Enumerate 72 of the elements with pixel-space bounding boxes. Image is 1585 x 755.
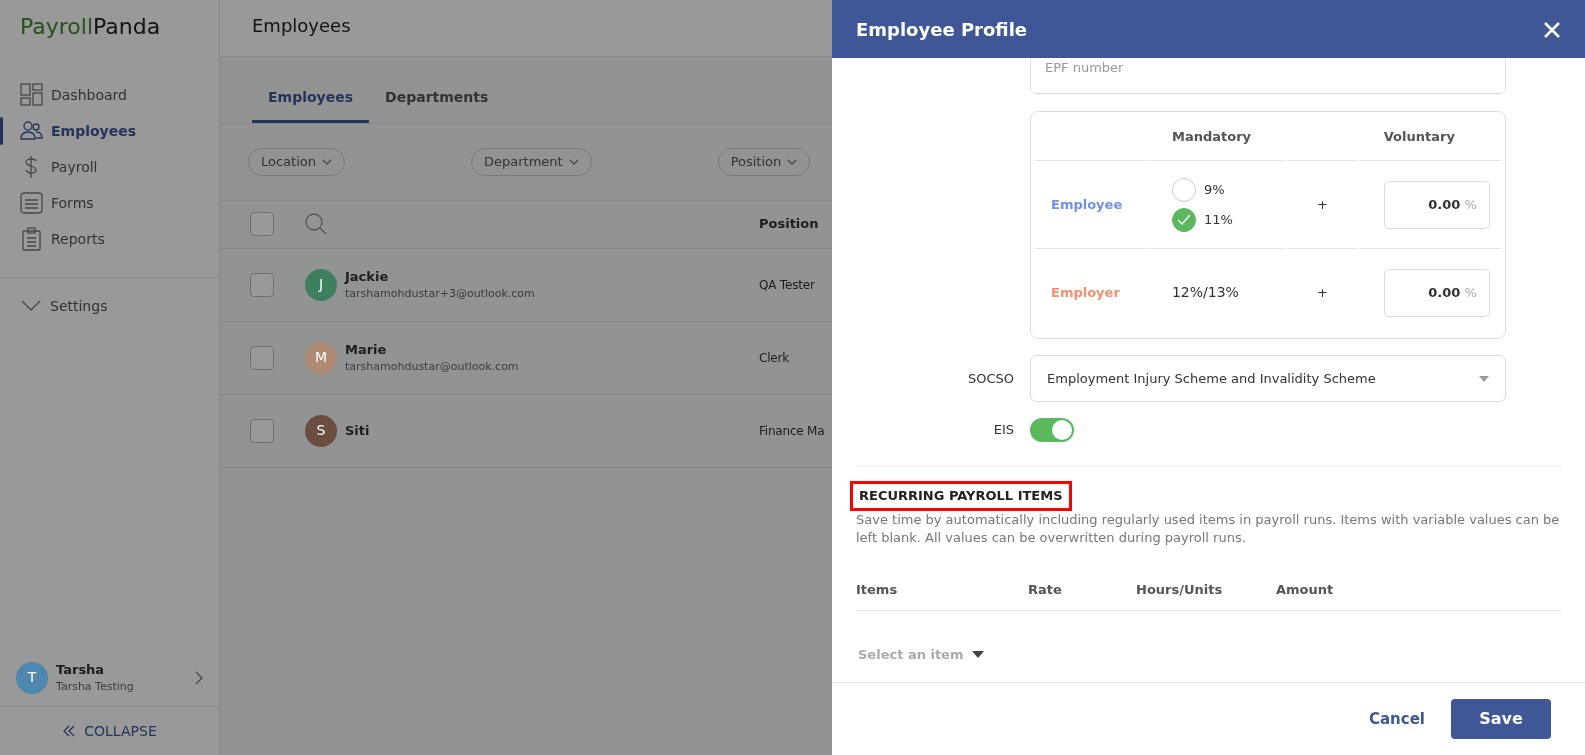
search-icon	[304, 212, 328, 236]
voluntary-rate-field[interactable]: 0.00 %	[1383, 268, 1490, 317]
collapse-button[interactable]: COLLAPSE	[0, 707, 219, 755]
table-cell-text: Clerk	[759, 349, 789, 367]
column-header: Mandatory	[1170, 129, 1252, 145]
user-name: Tarsha	[56, 660, 106, 679]
eis-toggle[interactable]	[1030, 418, 1074, 442]
avatar: J	[305, 268, 337, 301]
document-icon	[20, 191, 43, 215]
nav-item[interactable]: Employees	[0, 113, 219, 149]
avatar: T	[16, 661, 48, 694]
nav-item[interactable]: Forms	[0, 185, 219, 221]
checkbox[interactable]	[250, 418, 274, 443]
double-chevron-icon	[62, 725, 77, 737]
checkbox[interactable]	[250, 345, 274, 370]
logo: PayrollPanda	[19, 13, 162, 41]
nav-item[interactable]: Payroll	[0, 149, 219, 185]
caret-down-icon	[971, 650, 984, 658]
checkbox[interactable]	[250, 212, 274, 236]
column-header: Position	[759, 215, 820, 234]
chevron-right-icon	[195, 670, 203, 685]
plus-sign: +	[1317, 196, 1328, 212]
employee-name: Marie	[345, 340, 388, 359]
chevron-icon	[20, 299, 42, 313]
field-label: SOCSO	[966, 369, 1014, 388]
drawer-title: Employee Profile	[856, 17, 1028, 42]
nav-item[interactable]: Reports	[0, 221, 219, 257]
column-header: Amount	[1276, 582, 1334, 598]
user-subtitle: Tarsha Testing	[56, 679, 135, 695]
avatar: S	[305, 414, 337, 447]
column-header: Rate	[1028, 582, 1062, 598]
plus-sign: +	[1317, 284, 1328, 300]
settings-item[interactable]: Settings	[0, 288, 219, 324]
table-cell-text: Finance Ma	[759, 422, 825, 440]
check-icon	[1176, 213, 1191, 226]
save-button[interactable]: Save	[1451, 699, 1551, 739]
employee-email: tarshamohdustar@outlook.com	[345, 359, 520, 375]
section-heading: RECURRING PAYROLL ITEMS	[850, 481, 1072, 511]
user-profile[interactable]: T Tarsha Tarsha Testing	[0, 649, 219, 707]
socso-dropdown[interactable]: Employment Injury Scheme and Invalidity Scheme	[1030, 355, 1506, 402]
cancel-button[interactable]: Cancel	[1363, 706, 1431, 732]
employee-name: Siti	[345, 421, 371, 440]
tab[interactable]: Employees	[252, 77, 370, 123]
column-header: Items	[856, 582, 898, 598]
section-description: Save time by automatically including regularly used items in payroll runs. Items with variable values can be left blank. All values can be overwritten during payroll runs.	[856, 510, 1561, 548]
option-label: 11%	[1203, 210, 1233, 229]
column-header: Voluntary	[1382, 129, 1455, 145]
close-icon	[1543, 20, 1561, 39]
avatar: M	[305, 341, 337, 374]
employee-email: tarshamohdustar+3@outlook.com	[345, 286, 536, 302]
epf-number-field[interactable]: EPF number	[1030, 58, 1506, 94]
checkbox[interactable]	[250, 272, 274, 297]
item-dropdown[interactable]: Select an item	[856, 644, 986, 665]
field-label: EIS	[992, 421, 1014, 440]
people-icon	[20, 119, 43, 143]
nav-item[interactable]: Dashboard	[0, 77, 219, 113]
chevron-down-icon	[322, 158, 332, 165]
column-header: Hours/Units	[1136, 582, 1223, 598]
radio-button[interactable]	[1171, 207, 1196, 232]
tab[interactable]: Departments	[369, 77, 505, 123]
caret-down-icon	[1479, 375, 1489, 382]
chevron-down-icon	[568, 158, 579, 165]
clipboard-icon	[20, 227, 43, 251]
mandatory-rate: 12%/13%	[1171, 284, 1239, 300]
row-label: Employee	[1050, 196, 1123, 212]
option-label: 9%	[1203, 180, 1225, 199]
dashboard-icon	[20, 83, 43, 107]
employee-name: Jackie	[345, 267, 390, 286]
row-label: Employer	[1050, 284, 1120, 300]
chevron-down-icon	[787, 158, 798, 165]
voluntary-rate-field[interactable]: 0.00 %	[1383, 180, 1490, 229]
table-cell-text: QA Tester	[759, 276, 815, 294]
